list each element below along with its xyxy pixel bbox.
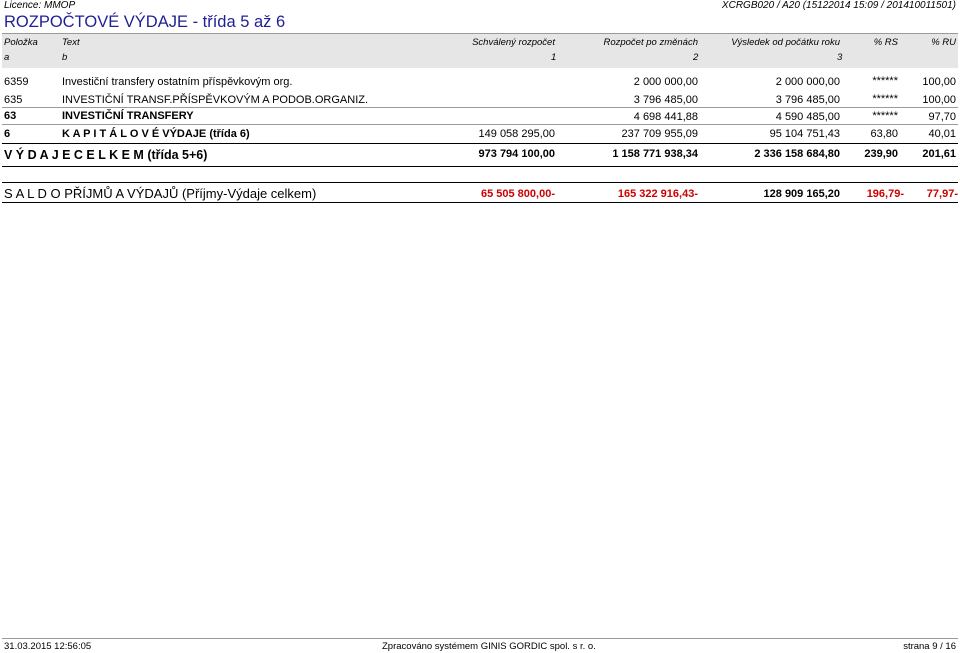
col-sub-1: 1 [551, 52, 557, 63]
saldo-top-rule [2, 182, 958, 183]
total-po-zmenach: 1 158 771 938,34 [612, 148, 698, 160]
row-text: INVESTIČNÍ TRANSF.PŘÍSPĚVKOVÝM A PODOB.O… [62, 94, 369, 106]
row-po-zmenach: 237 709 955,09 [621, 128, 698, 140]
total-divider [2, 166, 958, 167]
row-divider [2, 107, 958, 108]
row-pct-ru: 40,01 [928, 128, 956, 140]
col-schvaleny: Schválený rozpočet [472, 37, 555, 48]
row-po-zmenach: 3 796 485,00 [633, 94, 698, 106]
footer-datetime: 31.03.2015 12:56:05 [4, 641, 92, 652]
total-vysledek: 2 336 158 684,80 [754, 148, 840, 160]
row-divider [2, 143, 958, 144]
row-code: 63 [4, 110, 17, 122]
saldo-po-zmenach: 165 322 916,43- [617, 188, 698, 200]
row-pct-ru: 100,00 [922, 94, 956, 106]
footer-page: strana 9 / 16 [903, 641, 956, 652]
row-text: INVESTIČNÍ TRANSFERY [62, 110, 194, 122]
col-pct-ru: % RU [931, 37, 956, 48]
saldo-pct-rs: 196,79- [866, 188, 904, 200]
row-text: K A P I T Á L O V É VÝDAJE (třída 6) [62, 128, 250, 140]
total-schvaleny: 973 794 100,00 [478, 148, 555, 160]
row-pct-rs: ****** [872, 93, 898, 105]
row-vysledek: 4 590 485,00 [775, 111, 840, 123]
row-vysledek: 3 796 485,00 [775, 94, 840, 106]
col-sub-a: a [4, 52, 10, 63]
col-polozka: Položka [4, 37, 38, 48]
report-id: XCRGB020 / A20 (15122014 15:09 / 2014100… [721, 0, 956, 11]
saldo-label: S A L D O PŘÍJMŮ A VÝDAJŮ (Příjmy-Výdaje… [4, 186, 317, 201]
row-pct-rs: ****** [872, 110, 898, 122]
col-pct-rs: % RS [873, 37, 898, 48]
page-title: ROZPOČTOVÉ VÝDAJE - třída 5 až 6 [4, 13, 286, 31]
row-vysledek: 2 000 000,00 [775, 76, 840, 88]
row-pct-ru: 100,00 [922, 76, 956, 88]
footer-divider [2, 638, 958, 639]
row-text: Investiční transfery ostatním příspěvkov… [62, 76, 293, 88]
total-pct-ru: 201,61 [922, 148, 956, 160]
col-vysledek: Výsledek od počátku roku [731, 37, 840, 48]
total-label: V Ý D A J E C E L K E M (třída 5+6) [4, 148, 208, 162]
row-schvaleny: 149 058 295,00 [478, 128, 555, 140]
saldo-bottom-rule [2, 202, 958, 203]
licence-label: Licence: MMOP [4, 0, 76, 11]
footer-processed: Zpracováno systémem GINIS GORDIC spol. s… [382, 641, 596, 652]
row-divider [2, 124, 958, 125]
col-sub-3: 3 [837, 52, 843, 63]
row-code: 6 [4, 128, 11, 140]
row-pct-rs: 63,80 [870, 128, 898, 140]
total-pct-rs: 239,90 [864, 148, 898, 160]
row-po-zmenach: 2 000 000,00 [633, 76, 698, 88]
row-po-zmenach: 4 698 441,88 [633, 111, 698, 123]
col-sub-2: 2 [693, 52, 699, 63]
row-pct-ru: 97,70 [928, 111, 956, 123]
saldo-pct-ru: 77,97- [926, 188, 958, 200]
col-po-zmenach: Rozpočet po změnách [603, 37, 698, 48]
col-text: Text [62, 37, 80, 48]
row-code: 635 [4, 94, 23, 106]
row-vysledek: 95 104 751,43 [769, 128, 840, 140]
row-pct-rs: ****** [872, 75, 898, 87]
saldo-schvaleny: 65 505 800,00- [480, 188, 555, 200]
col-sub-b: b [62, 52, 68, 63]
saldo-vysledek: 128 909 165,20 [763, 188, 840, 200]
row-code: 6359 [4, 76, 29, 88]
